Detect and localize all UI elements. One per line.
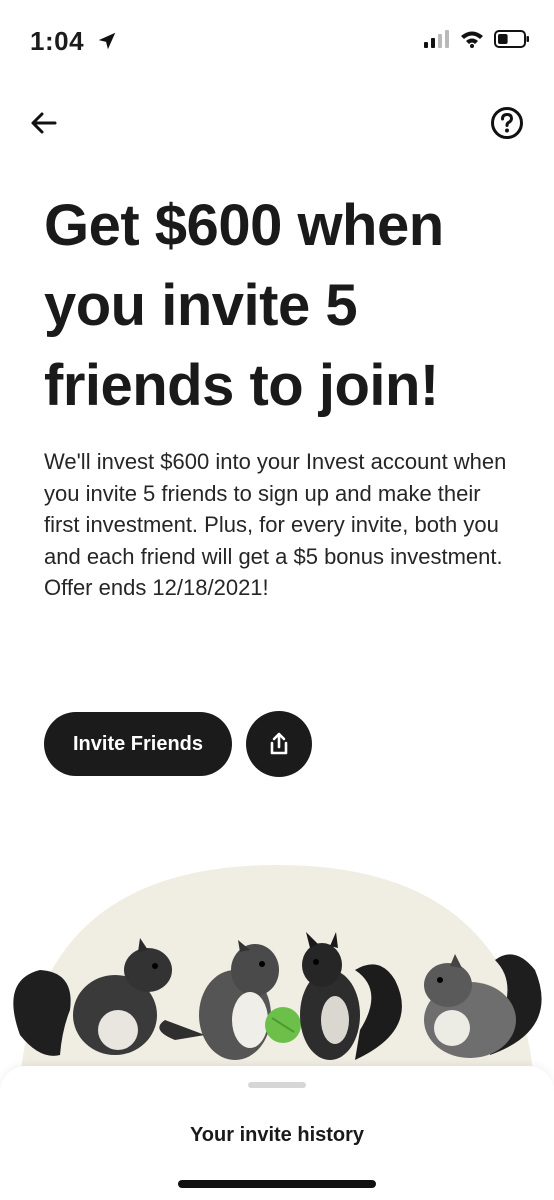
invite-screen: 1:04 Get $600 when you invite 5 friends …	[0, 0, 554, 1200]
invite-friends-button[interactable]: Invite Friends	[44, 712, 232, 776]
battery-icon	[494, 30, 529, 48]
share-icon	[270, 732, 288, 755]
sheet-drag-handle[interactable]	[248, 1082, 306, 1088]
wifi-icon	[461, 31, 483, 48]
time-label: 1:04	[30, 26, 85, 56]
home-indicator[interactable]	[178, 1180, 376, 1188]
question-circle-icon	[491, 107, 523, 139]
status-time: 1:04	[30, 26, 118, 57]
share-button[interactable]	[246, 711, 312, 777]
cellular-signal-icon	[424, 30, 449, 48]
status-bar: 1:04	[0, 0, 554, 84]
offer-description: We'll invest $600 into your Invest accou…	[44, 449, 507, 600]
invite-friends-label: Invite Friends	[72, 732, 204, 755]
location-arrow-icon	[98, 32, 116, 50]
squirrels-illustration	[13, 865, 542, 1080]
status-indicators	[424, 30, 530, 48]
green-acorn	[265, 1007, 301, 1043]
back-button[interactable]	[24, 104, 64, 144]
arrow-left-icon	[31, 112, 57, 134]
help-button[interactable]	[490, 106, 524, 140]
invite-history-title: Your invite history	[189, 1124, 365, 1146]
page-title: Get $600 when you invite 5 friends to jo…	[44, 193, 444, 418]
